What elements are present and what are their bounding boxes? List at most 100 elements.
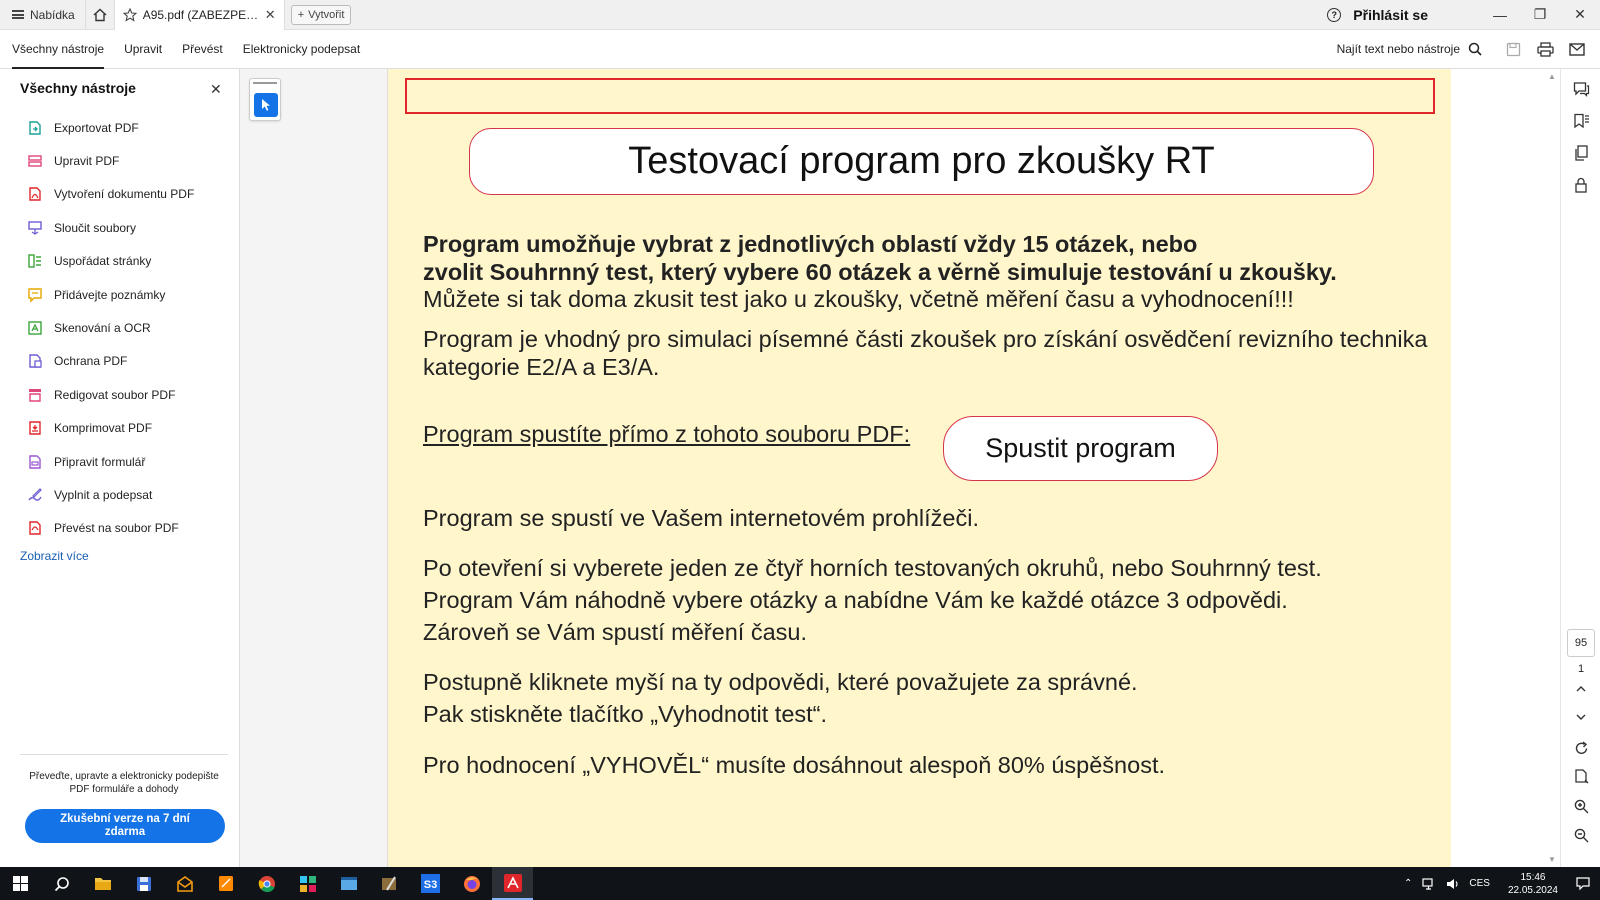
tool-list: Exportovat PDF Upravit PDF Vytvoření dokum… [20,111,230,545]
tool-item-edit-pdf[interactable]: Upravit PDF [20,144,230,177]
search-icon [1468,42,1482,56]
help-icon[interactable]: ? [1327,7,1342,22]
volume-icon[interactable] [1446,878,1459,890]
intro-line-3: Můžete si tak doma zkusit test jako u zk… [423,286,1294,312]
tool-item-label: Komprimovat PDF [54,421,153,436]
grid-app-icon [299,875,316,892]
current-page-input[interactable]: 95 [1567,629,1595,657]
panel-title: Všechny nástroje [20,80,136,96]
tool-item-comment[interactable]: Přidávejte poznámky [20,278,230,311]
close-panel-icon[interactable]: ✕ [210,81,222,98]
compress-pdf-icon [27,420,43,436]
lock-icon[interactable] [1572,176,1590,194]
restore-button[interactable]: ❐ [1520,0,1560,30]
document-title: Testovací program pro zkoušky RT [469,128,1374,195]
all-tools-panel: Všechny nástroje ✕ Exportovat PDF Upravit… [0,69,240,867]
scroll-down-icon[interactable]: ▼ [1548,855,1556,864]
form-field[interactable] [405,78,1435,114]
acrobat-icon [503,873,522,892]
cursor-icon [262,99,270,111]
create-button[interactable]: + Vytvořit [290,4,352,25]
chrome-app[interactable] [246,867,287,900]
select-tool-button[interactable] [254,93,278,117]
windows-taskbar: S3 ⌃ CES 15:46 22.05.2024 [0,867,1600,900]
tab-edit[interactable]: Upravit [124,30,162,69]
search-icon [54,876,69,891]
menu-button[interactable]: Nabídka [0,0,85,30]
taskbar-search-button[interactable] [41,867,82,900]
email-icon[interactable] [1568,40,1586,58]
print-icon[interactable] [1536,40,1554,58]
create-pdf-icon [27,186,43,202]
save-app[interactable] [123,867,164,900]
tool-item-protect-pdf[interactable]: Ochrana PDF [20,345,230,378]
vertical-scrollbar[interactable]: ▲ ▼ [1545,69,1560,867]
drag-handle[interactable] [253,82,277,84]
right-rail: 95 1 [1560,69,1600,867]
show-more-link[interactable]: Zobrazit více [20,549,89,563]
organize-pages-icon [27,253,43,269]
quick-tools-card [249,78,281,121]
tool-item-fill-sign[interactable]: Vyplnit a podepsat [20,478,230,511]
find-tools-button[interactable]: Najít text nebo nástroje [1337,42,1482,56]
notifications-icon[interactable] [1576,877,1590,890]
tab-all-tools[interactable]: Všechny nástroje [12,30,105,69]
s3-app[interactable]: S3 [410,867,451,900]
orange-app-icon [218,876,233,891]
tool-item-export-pdf[interactable]: Exportovat PDF [20,111,230,144]
tool-item-compress-pdf[interactable]: Komprimovat PDF [20,412,230,445]
tool-item-scan-ocr[interactable]: Skenování a OCR [20,311,230,344]
tab-e-sign[interactable]: Elektronicky podepsat [243,30,360,69]
clock-date: 22.05.2024 [1507,884,1558,896]
clock-time: 15:46 [1520,871,1546,883]
rotate-icon[interactable] [1572,739,1590,757]
desktop-app[interactable] [328,867,369,900]
clock[interactable]: 15:46 22.05.2024 [1508,871,1558,897]
home-button[interactable] [84,0,115,30]
document-tab[interactable]: A95.pdf (ZABEZPEČ... ✕ [114,0,285,30]
combine-files-icon [27,220,43,236]
zoom-in-icon[interactable] [1572,797,1590,815]
network-icon[interactable] [1422,877,1436,890]
launch-text: Program spustíte přímo z tohoto souboru … [423,421,911,447]
star-icon[interactable] [122,7,137,22]
tab-convert[interactable]: Převést [182,30,223,69]
run-program-button[interactable]: Spustit program [943,416,1218,481]
show-hidden-icons[interactable]: ⌃ [1404,878,1412,889]
acrobat-app[interactable] [492,867,533,900]
start-button[interactable] [0,867,41,900]
tool-item-prepare-form[interactable]: Připravit formulář [20,445,230,478]
scan-ocr-icon [27,320,43,336]
hamburger-icon [12,10,24,19]
bookmark-icon[interactable] [1572,112,1590,130]
close-tab-icon[interactable]: ✕ [265,7,276,23]
comment-panel-icon[interactable] [1572,80,1590,98]
mail-app[interactable] [164,867,205,900]
convert-pdf-icon [27,520,43,536]
tool-item-organize-pages[interactable]: Uspořádat stránky [20,245,230,278]
previous-page-icon[interactable] [1572,680,1590,698]
free-trial-button[interactable]: Zkušební verze na 7 dní zdarma [25,809,225,843]
firefox-app[interactable] [451,867,492,900]
minimize-button[interactable]: — [1480,0,1520,30]
file-explorer-app[interactable] [82,867,123,900]
next-page-icon[interactable] [1572,708,1590,726]
language-indicator[interactable]: CES [1469,878,1490,889]
zoom-out-icon[interactable] [1572,826,1590,844]
title-bar: Nabídka A95.pdf (ZABEZPEČ... ✕ + Vytvoři… [0,0,1600,30]
tool-item-label: Vytvoření dokumentu PDF [54,187,195,202]
tool-item-redact[interactable]: Redigovat soubor PDF [20,378,230,411]
scroll-up-icon[interactable]: ▲ [1548,72,1556,81]
page-thumbnails-icon[interactable] [1572,144,1590,162]
sublime-app[interactable] [205,867,246,900]
tool-item-create-pdf[interactable]: Vytvoření dokumentu PDF [20,178,230,211]
sign-in-button[interactable]: Přihlásit se [1353,7,1428,23]
page-display-icon[interactable] [1572,768,1590,786]
close-window-button[interactable]: ✕ [1560,0,1600,30]
teams-app[interactable] [287,867,328,900]
save-icon[interactable] [1504,40,1522,58]
tool-item-combine-files[interactable]: Sloučit soubory [20,211,230,244]
tool-item-convert-pdf[interactable]: Převést na soubor PDF [20,512,230,545]
para5-line-1: Postupně kliknete myší na ty odpovědi, k… [423,669,1138,695]
tools-app[interactable] [369,867,410,900]
